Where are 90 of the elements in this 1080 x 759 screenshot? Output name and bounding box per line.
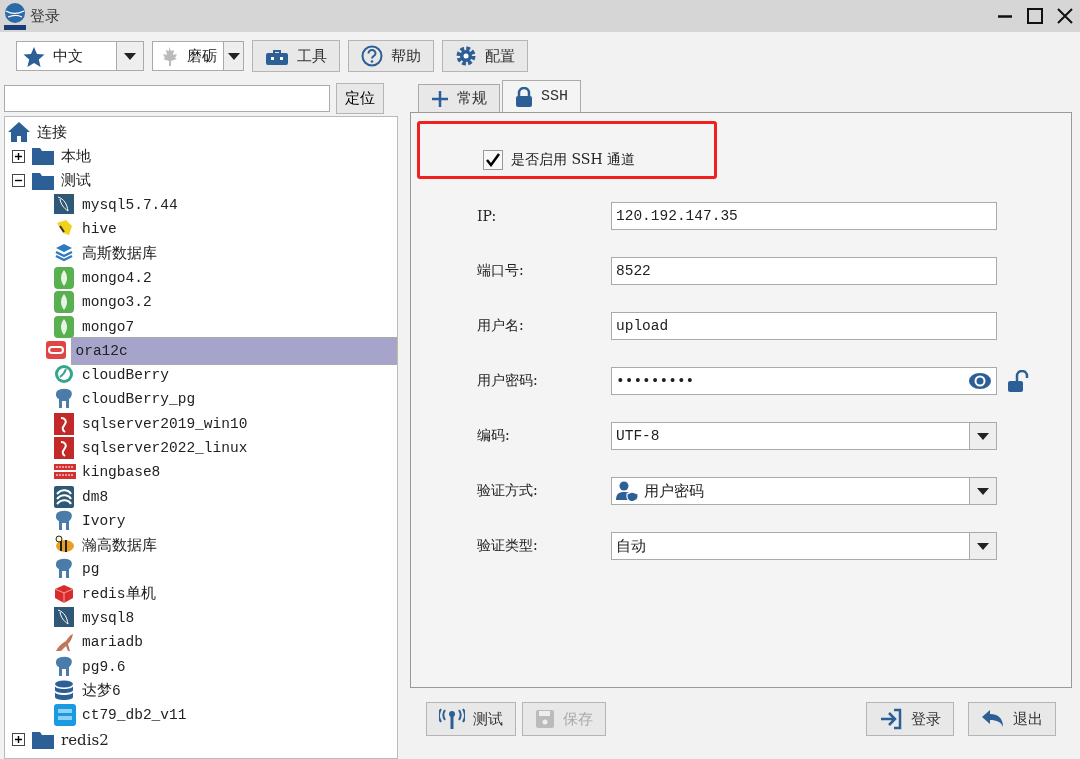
dropdown-arrow-icon — [977, 542, 989, 550]
input-field[interactable]: 8522 — [611, 257, 997, 285]
connection-item[interactable]: pg — [79, 560, 103, 579]
home-icon — [7, 121, 31, 144]
connection-item[interactable]: mongo3.2 — [79, 293, 155, 312]
field-label: 验证类型: — [476, 537, 539, 555]
antenna-icon — [439, 708, 465, 730]
tile-icon — [54, 704, 76, 727]
field-label: 编码: — [476, 427, 511, 445]
connection-item[interactable]: 高斯数据库 — [79, 243, 160, 265]
search-field[interactable] — [4, 84, 330, 112]
cube-icon — [54, 582, 76, 605]
leaf-icon — [54, 291, 76, 314]
field-label: IP: — [476, 208, 498, 224]
folder-label[interactable]: 测试 — [61, 171, 91, 191]
footer-button[interactable]: 测试 — [426, 702, 516, 736]
wave-icon — [54, 485, 76, 508]
checkbox[interactable] — [483, 150, 503, 170]
user-shield-icon — [616, 481, 640, 501]
connection-item[interactable]: sqlserver2019_win10 — [79, 414, 251, 433]
toolbar-button[interactable]: 配置 — [442, 40, 528, 72]
footer-button[interactable]: 退出 — [968, 702, 1056, 736]
sign-in-icon — [879, 708, 903, 730]
password-field[interactable]: ••••••••• — [611, 367, 997, 395]
field-label: 用户名: — [476, 317, 525, 335]
connection-item[interactable]: hive — [79, 220, 120, 239]
input-field[interactable]: upload — [611, 312, 997, 340]
ring-icon — [46, 339, 69, 362]
connection-item[interactable]: Ivory — [79, 511, 129, 530]
unlock-icon — [1007, 370, 1029, 392]
footer-button[interactable]: 登录 — [866, 702, 954, 736]
locate-button[interactable]: 定位 — [336, 82, 384, 114]
folder-label[interactable]: 本地 — [61, 146, 91, 166]
tab[interactable]: 常规 — [418, 84, 500, 112]
lock-icon — [515, 86, 533, 107]
tab[interactable]: SSH — [502, 80, 581, 112]
folder-icon — [31, 146, 55, 167]
plus-icon — [431, 89, 449, 108]
connection-item[interactable]: cloudBerry — [79, 366, 172, 385]
minimize-icon — [998, 14, 1012, 18]
leaf-icon — [54, 266, 76, 289]
connection-item[interactable]: dm8 — [79, 487, 112, 506]
undo-arrow-icon — [981, 709, 1005, 729]
connection-item[interactable]: ora12c — [71, 336, 397, 365]
dropdown-arrow-icon — [977, 432, 989, 440]
field-label: 验证方式: — [476, 482, 539, 500]
connection-item[interactable]: ct79_db2_v11 — [79, 706, 190, 725]
folder-label[interactable]: redis2 — [61, 730, 109, 749]
maximize-icon — [1027, 8, 1043, 24]
connection-item[interactable]: sqlserver2022_linux — [79, 439, 251, 457]
eye-icon — [968, 372, 992, 390]
connection-item[interactable]: mongo7 — [79, 317, 138, 336]
close-icon — [1057, 8, 1073, 24]
dropdown-arrow-icon — [124, 52, 136, 60]
dropdown-arrow-icon — [227, 52, 240, 60]
collapse-toggle[interactable] — [12, 174, 25, 188]
folder-icon — [31, 729, 55, 750]
connection-item[interactable]: mysql8 — [79, 609, 138, 628]
connection-item[interactable]: 瀚高数据库 — [79, 534, 160, 556]
dropdown[interactable]: 自动 — [611, 532, 997, 560]
connection-item[interactable]: cloudBerry_pg — [79, 390, 199, 409]
field-label: 用户密码: — [476, 372, 539, 390]
field-label: 端口号: — [476, 262, 525, 280]
checkbox-label: 是否启用 SSH 通道 — [511, 151, 636, 169]
toolbar-button[interactable]: 帮助 — [348, 40, 434, 72]
connection-item[interactable]: redis单机 — [79, 583, 159, 605]
tree-root-label[interactable]: 连接 — [37, 122, 67, 142]
connection-item[interactable]: mongo4.2 — [79, 268, 155, 287]
theme-dropdown[interactable]: 磨砺 — [152, 41, 244, 71]
connection-item[interactable]: mariadb — [79, 633, 146, 652]
language-dropdown[interactable]: 中文 — [16, 41, 144, 71]
dropdown[interactable]: 用户密码 — [611, 477, 997, 505]
leaf-icon — [54, 315, 76, 338]
folder-icon — [31, 170, 55, 191]
settings-icon — [455, 45, 477, 67]
window-title: 登录 — [30, 6, 61, 26]
dropdown-arrow-icon — [977, 487, 989, 495]
dropdown[interactable]: UTF-8 — [611, 422, 997, 450]
connection-item[interactable]: 达梦6 — [79, 680, 124, 702]
connection-item[interactable]: mysql5.7.44 — [79, 196, 181, 215]
connection-item[interactable]: pg9.6 — [79, 657, 129, 676]
connection-item[interactable]: kingbase8 — [79, 463, 164, 482]
database-icon — [54, 679, 76, 702]
toolbar-button[interactable]: 工具 — [252, 40, 340, 72]
star-icon — [23, 45, 45, 67]
input-field[interactable]: 120.192.147.35 — [611, 202, 997, 230]
expand-toggle[interactable] — [12, 733, 25, 747]
help-icon — [361, 45, 383, 67]
expand-toggle[interactable] — [12, 149, 25, 163]
floppy-icon — [535, 709, 555, 729]
